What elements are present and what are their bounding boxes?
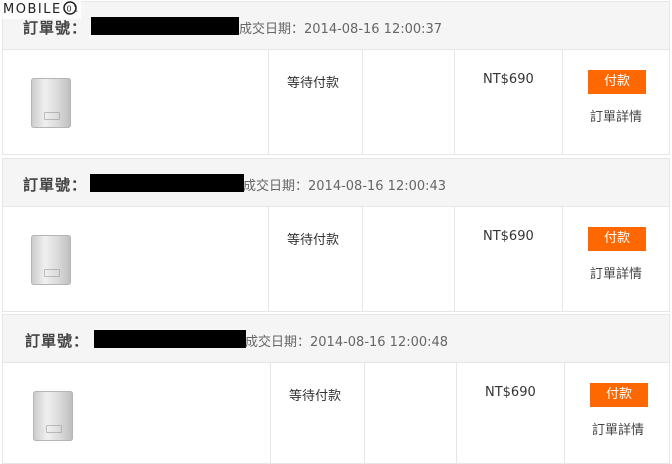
order-header: 訂單號： 成交日期：2014-08-16 12:00:37 <box>2 1 670 50</box>
order-detail-link[interactable]: 訂單詳情 <box>590 106 642 125</box>
column-divider <box>364 363 365 463</box>
redacted-order-id <box>90 174 244 192</box>
order-card: 訂單號： 成交日期：2014-08-16 12:00:43 等待付款 NT$69… <box>0 158 672 315</box>
product-logo-icon <box>46 425 62 433</box>
order-row: 等待付款 NT$690 付款 訂單詳情 <box>2 362 670 464</box>
pay-button[interactable]: 付款 <box>588 70 646 94</box>
column-divider <box>268 50 269 154</box>
column-divider <box>270 363 271 463</box>
column-divider <box>562 50 563 154</box>
order-card: 訂單號： 成交日期：2014-08-16 12:00:48 等待付款 NT$69… <box>0 314 672 464</box>
column-divider <box>456 363 457 463</box>
product-logo-icon <box>44 269 60 277</box>
column-divider <box>454 50 455 154</box>
pay-button[interactable]: 付款 <box>590 383 648 407</box>
order-date: 成交日期：2014-08-16 12:00:43 <box>243 179 447 194</box>
column-divider <box>362 50 363 154</box>
column-divider <box>562 207 563 311</box>
pay-button[interactable]: 付款 <box>588 227 646 251</box>
watermark: MOBILE 01 <box>2 1 81 19</box>
redacted-order-id <box>91 17 239 35</box>
order-card: 訂單號： 成交日期：2014-08-16 12:00:37 等待付款 NT$69… <box>0 1 672 158</box>
order-row: 等待付款 NT$690 付款 訂單詳情 <box>2 206 670 312</box>
order-number-label: 訂單號： <box>25 332 90 350</box>
order-status: 等待付款 <box>287 76 340 91</box>
order-date: 成交日期：2014-08-16 12:00:37 <box>239 22 443 37</box>
order-detail-link[interactable]: 訂單詳情 <box>592 419 644 438</box>
power-bank-image[interactable] <box>33 391 73 441</box>
order-header: 訂單號： 成交日期：2014-08-16 12:00:48 <box>2 314 670 363</box>
mobile01-logo-icon: 01 <box>62 1 78 15</box>
order-date: 成交日期：2014-08-16 12:00:48 <box>245 335 449 350</box>
order-price: NT$690 <box>483 72 534 87</box>
order-number-label: 訂單號： <box>23 176 88 194</box>
product-logo-icon <box>44 112 60 120</box>
redacted-order-id <box>94 330 246 348</box>
order-status: 等待付款 <box>287 233 340 248</box>
order-price: NT$690 <box>483 229 534 244</box>
column-divider <box>268 207 269 311</box>
column-divider <box>564 363 565 463</box>
order-price: NT$690 <box>485 385 536 400</box>
order-detail-link[interactable]: 訂單詳情 <box>590 263 642 282</box>
order-header: 訂單號： 成交日期：2014-08-16 12:00:43 <box>2 158 670 207</box>
power-bank-image[interactable] <box>31 78 71 128</box>
watermark-text: MOBILE <box>3 2 62 17</box>
order-status: 等待付款 <box>289 389 342 404</box>
svg-text:01: 01 <box>66 5 78 14</box>
order-row: 等待付款 NT$690 付款 訂單詳情 <box>2 49 670 155</box>
order-number-label: 訂單號： <box>23 19 88 37</box>
power-bank-image[interactable] <box>31 235 71 285</box>
column-divider <box>362 207 363 311</box>
column-divider <box>454 207 455 311</box>
